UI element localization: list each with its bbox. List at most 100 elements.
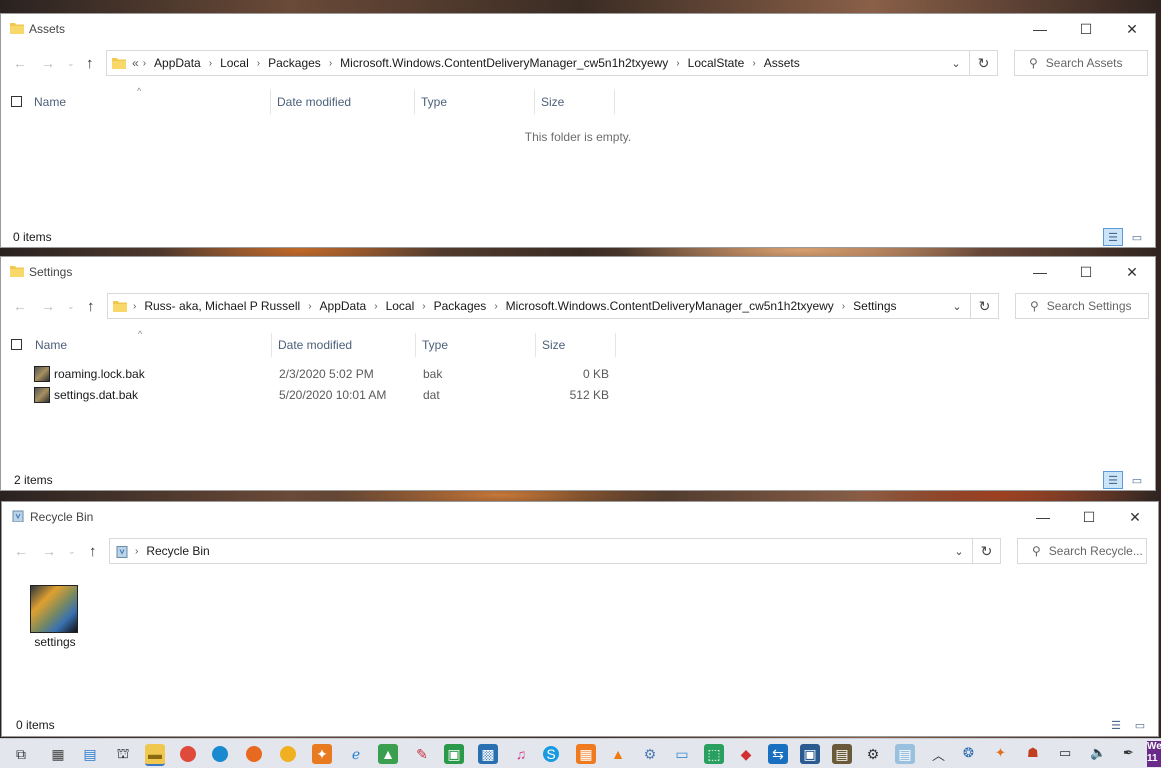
address-bar[interactable]: › Russ- aka, Michael P Russell › AppData › Lo… <box>107 293 971 319</box>
task-view-icon[interactable]: ⧉ <box>11 744 31 764</box>
breadcrumb-item[interactable]: Microsoft.Windows.ContentDeliveryManager… <box>500 299 840 313</box>
search-input[interactable]: Search Settings <box>1047 299 1132 313</box>
breadcrumb-item[interactable]: Packages <box>428 299 493 313</box>
search-box[interactable]: ⚲ Search Recycle... <box>1017 538 1147 564</box>
network-app-icon[interactable]: ▣ <box>800 744 820 764</box>
breadcrumb-item[interactable]: Packages <box>262 56 327 70</box>
tools-icon[interactable]: ⚙ <box>640 744 660 764</box>
maximize-button[interactable]: ☐ <box>1063 257 1109 287</box>
search-input[interactable]: Search Recycle... <box>1049 544 1143 558</box>
column-type[interactable]: Type <box>416 333 536 357</box>
file-thumbnail-icon[interactable] <box>30 585 78 633</box>
chrome-icon[interactable] <box>180 746 196 762</box>
breadcrumb-item[interactable]: Recycle Bin <box>140 544 215 558</box>
close-button[interactable]: ✕ <box>1109 257 1155 287</box>
column-date-modified[interactable]: Date modified <box>271 90 415 114</box>
table-row[interactable]: settings.dat.bak 5/20/2020 10:01 AM dat … <box>1 385 1155 406</box>
green-tool-icon[interactable]: ⬚ <box>704 744 724 764</box>
green-app-icon[interactable]: ▣ <box>444 744 464 764</box>
search-box[interactable]: ⚲ Search Settings <box>1015 293 1149 319</box>
edge-icon[interactable] <box>212 746 228 762</box>
breadcrumb-item[interactable]: Local <box>214 56 255 70</box>
chevron-right-icon[interactable]: › <box>131 301 138 312</box>
address-dropdown-button[interactable]: ⌄ <box>946 539 972 563</box>
back-button[interactable]: ← <box>14 543 28 559</box>
address-dropdown-button[interactable]: ⌄ <box>944 294 970 318</box>
vlc-icon[interactable]: ▲ <box>608 744 628 764</box>
close-button[interactable]: ✕ <box>1112 502 1158 532</box>
select-all-checkbox[interactable] <box>11 339 22 350</box>
settings-gear-icon[interactable]: ⚙ <box>863 744 883 764</box>
file-label[interactable]: settings <box>20 635 90 649</box>
skype-icon[interactable]: S <box>543 746 559 762</box>
breadcrumb-item[interactable]: AppData <box>314 299 373 313</box>
maximize-button[interactable]: ☐ <box>1066 502 1112 532</box>
breadcrumb-item[interactable]: Local <box>380 299 421 313</box>
table-row[interactable]: roaming.lock.bak 2/3/2020 5:02 PM bak 0 … <box>1 364 1155 385</box>
column-date-modified[interactable]: Date modified <box>272 333 416 357</box>
diamond-app-icon[interactable]: ◆ <box>736 744 756 764</box>
tray-orange-icon[interactable]: ✦ <box>995 745 1006 761</box>
chevron-right-icon[interactable]: › <box>372 301 379 312</box>
search-box[interactable]: ⚲ Search Assets <box>1014 50 1148 76</box>
column-name[interactable]: Name <box>29 333 272 357</box>
breadcrumb-item[interactable]: Microsoft.Windows.ContentDeliveryManager… <box>334 56 674 70</box>
firefox-icon[interactable] <box>246 746 262 762</box>
details-view-button[interactable]: ☰ <box>1103 471 1123 489</box>
tray-security-icon[interactable]: ☗ <box>1027 745 1039 761</box>
volume-icon[interactable]: 🔈 <box>1090 745 1106 761</box>
back-button[interactable]: ← <box>13 298 27 314</box>
browser-icon[interactable] <box>280 746 296 762</box>
recent-dropdown-button[interactable]: ⌄ <box>67 58 75 69</box>
up-button[interactable]: ↑ <box>86 55 94 72</box>
large-icons-view-button[interactable]: ▭ <box>1127 228 1147 246</box>
chevron-right-icon[interactable]: › <box>327 58 334 69</box>
up-button[interactable]: ↑ <box>89 543 97 560</box>
paint-icon[interactable]: ✎ <box>412 744 432 764</box>
remote-desktop-icon[interactable]: ▭ <box>672 744 692 764</box>
breadcrumb-item[interactable]: Russ- aka, Michael P Russell <box>138 299 306 313</box>
chevron-right-icon[interactable]: › <box>492 301 499 312</box>
refresh-button[interactable]: ↻ <box>971 293 999 319</box>
back-button[interactable]: ← <box>13 55 27 71</box>
calculator-icon[interactable]: ▦ <box>48 744 68 764</box>
media-app-icon[interactable]: ▤ <box>832 744 852 764</box>
breadcrumb-item[interactable]: Settings <box>847 299 902 313</box>
pen-icon[interactable]: ✒ <box>1123 745 1134 761</box>
address-dropdown-button[interactable]: ⌄ <box>943 51 969 75</box>
details-view-button[interactable]: ☰ <box>1106 716 1126 734</box>
title-bar[interactable]: Assets — ☐ ✕ <box>1 14 1155 44</box>
teamviewer-icon[interactable]: ⇆ <box>768 744 788 764</box>
breadcrumb-item[interactable]: AppData <box>148 56 207 70</box>
large-icons-view-button[interactable]: ▭ <box>1130 716 1150 734</box>
photos-icon[interactable]: ▩ <box>478 744 498 764</box>
ie-icon[interactable]: ℯ <box>346 744 366 764</box>
close-button[interactable]: ✕ <box>1109 14 1155 44</box>
refresh-button[interactable]: ↻ <box>973 538 1001 564</box>
address-bar[interactable]: › Recycle Bin ⌄ <box>109 538 973 564</box>
maximize-button[interactable]: ☐ <box>1063 14 1109 44</box>
monitor-app-icon[interactable]: ▤ <box>80 744 100 764</box>
forward-button[interactable]: → <box>41 298 55 314</box>
details-view-button[interactable]: ☰ <box>1103 228 1123 246</box>
news-badge[interactable]: We 11 <box>1147 741 1161 767</box>
column-name[interactable]: Name <box>28 90 271 114</box>
column-size[interactable]: Size <box>536 333 616 357</box>
refresh-button[interactable]: ↻ <box>970 50 998 76</box>
chevron-right-icon[interactable]: › <box>141 58 148 69</box>
chevron-right-icon[interactable]: › <box>420 301 427 312</box>
breadcrumb-item[interactable]: Assets <box>758 56 806 70</box>
column-size[interactable]: Size <box>535 90 615 114</box>
chevron-right-icon[interactable]: › <box>255 58 262 69</box>
forward-button[interactable]: → <box>41 55 55 71</box>
minimize-button[interactable]: — <box>1017 14 1063 44</box>
recent-dropdown-button[interactable]: ⌄ <box>68 546 76 557</box>
tray-app-icon[interactable]: ❂ <box>963 745 974 761</box>
minimize-button[interactable]: — <box>1020 502 1066 532</box>
chevron-right-icon[interactable]: › <box>306 301 313 312</box>
money-app-icon[interactable]: ▲ <box>378 744 398 764</box>
network-icon[interactable]: ▭ <box>1059 745 1071 761</box>
search-input[interactable]: Search Assets <box>1046 56 1123 70</box>
breadcrumb-overflow[interactable]: « <box>130 56 141 70</box>
large-icons-view-button[interactable]: ▭ <box>1127 471 1147 489</box>
